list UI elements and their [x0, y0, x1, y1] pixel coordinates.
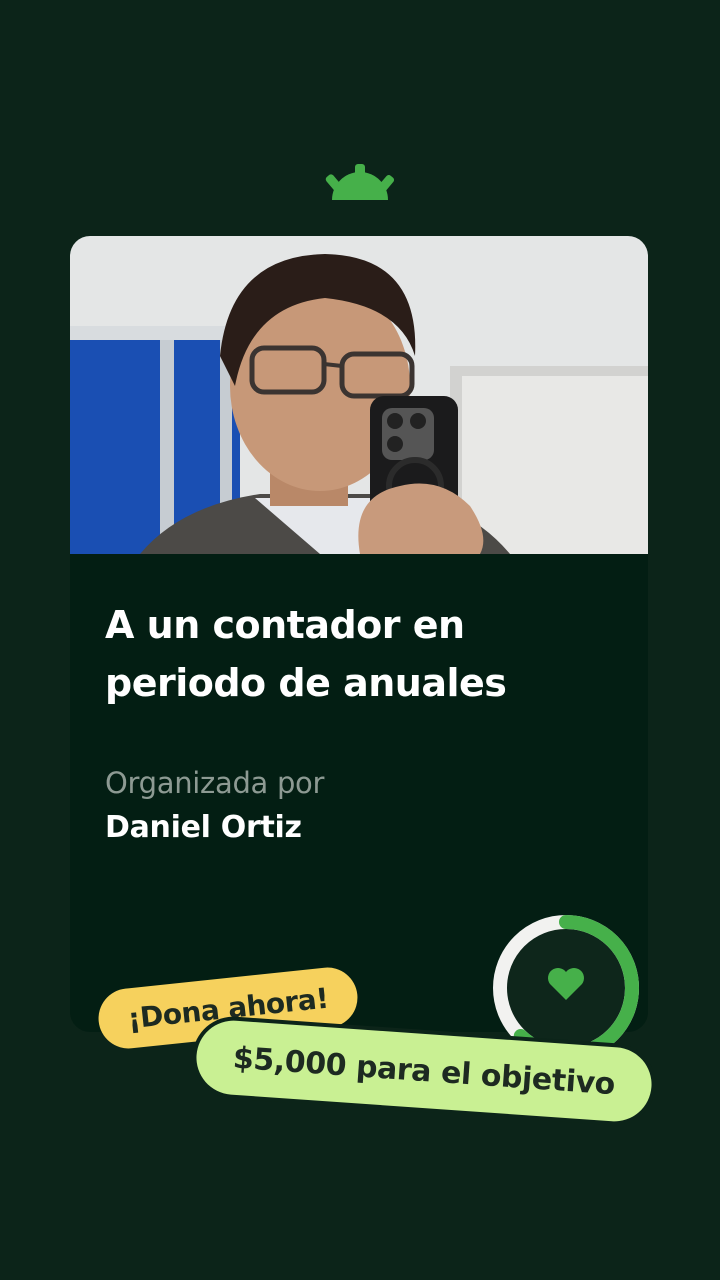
- logo-icon: [325, 164, 395, 200]
- organizer-label: Organizada por: [105, 766, 325, 800]
- campaign-title: A un contador en periodo de anuales: [105, 603, 507, 705]
- organizer-name: Daniel Ortiz: [105, 810, 302, 845]
- campaign-photo: [70, 236, 648, 554]
